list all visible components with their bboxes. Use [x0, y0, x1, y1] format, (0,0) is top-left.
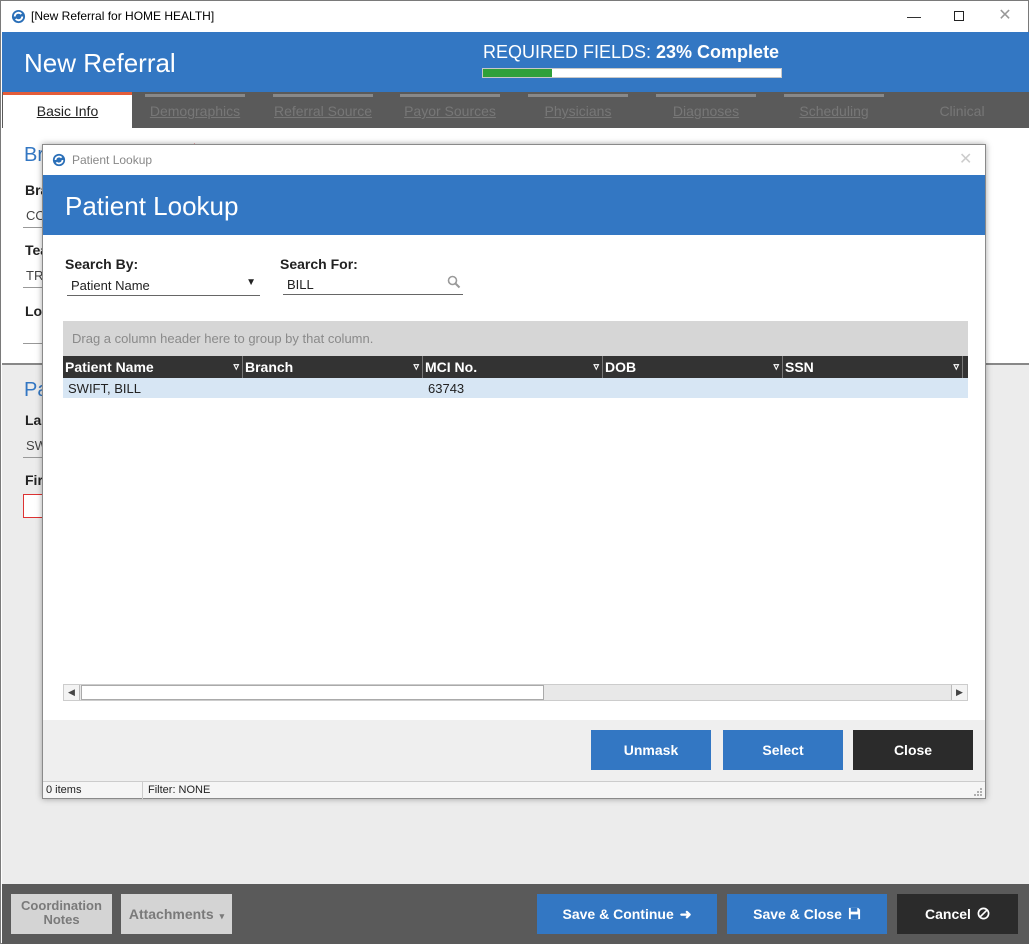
column-header-mci-no[interactable]: MCI No. ▿	[423, 356, 603, 378]
cell-patient-name: SWIFT, BILL	[68, 381, 141, 396]
search-by-label: Search By:	[65, 256, 139, 272]
search-icon[interactable]	[447, 275, 461, 289]
dropdown-arrow-icon: ▾	[219, 911, 225, 921]
tab-bar: Basic Info Demographics Referral Source …	[2, 92, 1029, 128]
maximize-button[interactable]	[947, 5, 971, 27]
app-logo-icon	[52, 153, 66, 167]
group-by-panel[interactable]: Drag a column header here to group by th…	[63, 321, 968, 356]
status-bar: 0 items Filter: NONE	[43, 781, 985, 799]
status-filter: Filter: NONE	[148, 784, 211, 796]
dialog-window-title: Patient Lookup	[72, 153, 153, 167]
progress-label: REQUIRED FIELDS: 23% Complete	[483, 42, 779, 63]
search-input-value: BILL	[287, 277, 314, 292]
cancel-button[interactable]: Cancel	[897, 894, 1018, 934]
progress-label-prefix: REQUIRED FIELDS:	[483, 42, 657, 62]
filter-icon[interactable]: ▿	[773, 360, 779, 373]
tab-basic-info[interactable]: Basic Info	[3, 92, 132, 128]
unmask-button[interactable]: Unmask	[591, 730, 711, 770]
search-input[interactable]: BILL	[283, 273, 463, 295]
select-button[interactable]: Select	[723, 730, 843, 770]
attachments-label: Attachments	[128, 906, 214, 922]
window-title: [New Referral for HOME HEALTH]	[31, 9, 215, 23]
dialog-header: Patient Lookup	[43, 175, 985, 235]
tab-scheduling[interactable]: Scheduling	[784, 92, 884, 128]
column-header-label: SSN	[785, 359, 814, 375]
tab-label: Clinical	[939, 103, 985, 119]
search-for-label: Search For:	[280, 256, 358, 272]
horizontal-scrollbar[interactable]: ◀ ▶	[63, 684, 968, 701]
column-header-label: DOB	[605, 359, 637, 375]
filter-icon[interactable]: ▿	[413, 360, 419, 373]
cell-mci-no: 63743	[428, 381, 465, 396]
column-header-branch[interactable]: Branch ▿	[243, 356, 423, 378]
coordination-notes-button[interactable]: Coordination Notes	[11, 894, 112, 934]
column-header-patient-name[interactable]: Patient Name ▿	[63, 356, 243, 378]
tab-label: Demographics	[149, 103, 241, 119]
progress-bar-fill	[483, 69, 552, 77]
tab-clinical[interactable]: Clinical	[912, 92, 1012, 128]
search-by-value: Patient Name	[71, 278, 150, 293]
cancel-label: Cancel	[925, 906, 971, 922]
cancel-circle-icon	[977, 894, 990, 934]
app-logo-icon	[11, 9, 26, 24]
tab-label: Scheduling	[799, 103, 869, 119]
progress-label-value: 23% Complete	[656, 42, 780, 62]
status-item-count: 0 items	[43, 782, 143, 799]
tab-payor-sources[interactable]: Payor Sources	[400, 92, 500, 128]
patient-lookup-dialog: Patient Lookup ✕ Patient Lookup Search B…	[42, 144, 986, 799]
group-by-hint: Drag a column header here to group by th…	[72, 331, 374, 346]
scroll-left-icon[interactable]: ◀	[64, 685, 80, 700]
arrow-right-icon: ➜	[679, 906, 692, 922]
window-titlebar: [New Referral for HOME HEALTH] — ✕	[1, 1, 1028, 32]
column-header-label: MCI No.	[425, 359, 478, 375]
tab-label: Diagnoses	[672, 103, 740, 119]
dialog-title: Patient Lookup	[65, 191, 239, 221]
resize-grip-icon[interactable]	[973, 787, 983, 797]
chevron-down-icon: ▼	[246, 277, 256, 288]
page-title: New Referral	[24, 48, 176, 78]
scroll-right-icon[interactable]: ▶	[951, 685, 967, 700]
filter-icon[interactable]: ▿	[953, 360, 959, 373]
grid-header: Patient Name ▿ Branch ▿ MCI No. ▿ DOB ▿ SSN ▿	[63, 356, 968, 378]
field-value[interactable]: TR	[26, 268, 43, 283]
tab-label: Physicians	[544, 103, 612, 119]
minimize-button[interactable]: —	[902, 5, 926, 27]
column-header-ssn[interactable]: SSN ▿	[783, 356, 963, 378]
tab-label: Referral Source	[273, 103, 373, 119]
attachments-button[interactable]: Attachments ▾	[121, 894, 232, 934]
search-by-select[interactable]: Patient Name ▼	[67, 274, 260, 296]
save-continue-button[interactable]: Save & Continue ➜	[537, 894, 717, 934]
tab-referral-source[interactable]: Referral Source	[273, 92, 373, 128]
column-header-dob[interactable]: DOB ▿	[603, 356, 783, 378]
tab-demographics[interactable]: Demographics	[145, 92, 245, 128]
dialog-body	[43, 235, 985, 720]
tab-label: Basic Info	[36, 103, 99, 119]
field-label: Fir	[25, 472, 43, 488]
bottom-action-bar: Coordination Notes Attachments ▾ Save & C…	[2, 884, 1029, 944]
tab-diagnoses[interactable]: Diagnoses	[656, 92, 756, 128]
floppy-disk-icon	[848, 894, 861, 934]
dialog-close-icon[interactable]: ✕	[959, 149, 972, 169]
save-continue-label: Save & Continue	[562, 906, 674, 922]
table-row[interactable]: SWIFT, BILL 63743	[63, 378, 968, 398]
close-button[interactable]: Close	[853, 730, 973, 770]
tab-label: Payor Sources	[404, 103, 496, 119]
scrollbar-thumb[interactable]	[81, 685, 544, 700]
progress-bar	[482, 68, 782, 78]
filter-icon[interactable]: ▿	[233, 360, 239, 373]
filter-icon[interactable]: ▿	[593, 360, 599, 373]
column-header-label: Patient Name	[65, 359, 154, 375]
dialog-titlebar: Patient Lookup ✕	[43, 145, 985, 175]
save-close-button[interactable]: Save & Close	[727, 894, 887, 934]
window-close-button[interactable]: ✕	[993, 5, 1017, 27]
page-header: New Referral REQUIRED FIELDS: 23% Comple…	[2, 32, 1029, 92]
column-header-label: Branch	[245, 359, 294, 375]
save-close-label: Save & Close	[753, 906, 842, 922]
tab-physicians[interactable]: Physicians	[528, 92, 628, 128]
section-heading: Br	[24, 144, 44, 166]
maximize-icon	[954, 11, 964, 21]
